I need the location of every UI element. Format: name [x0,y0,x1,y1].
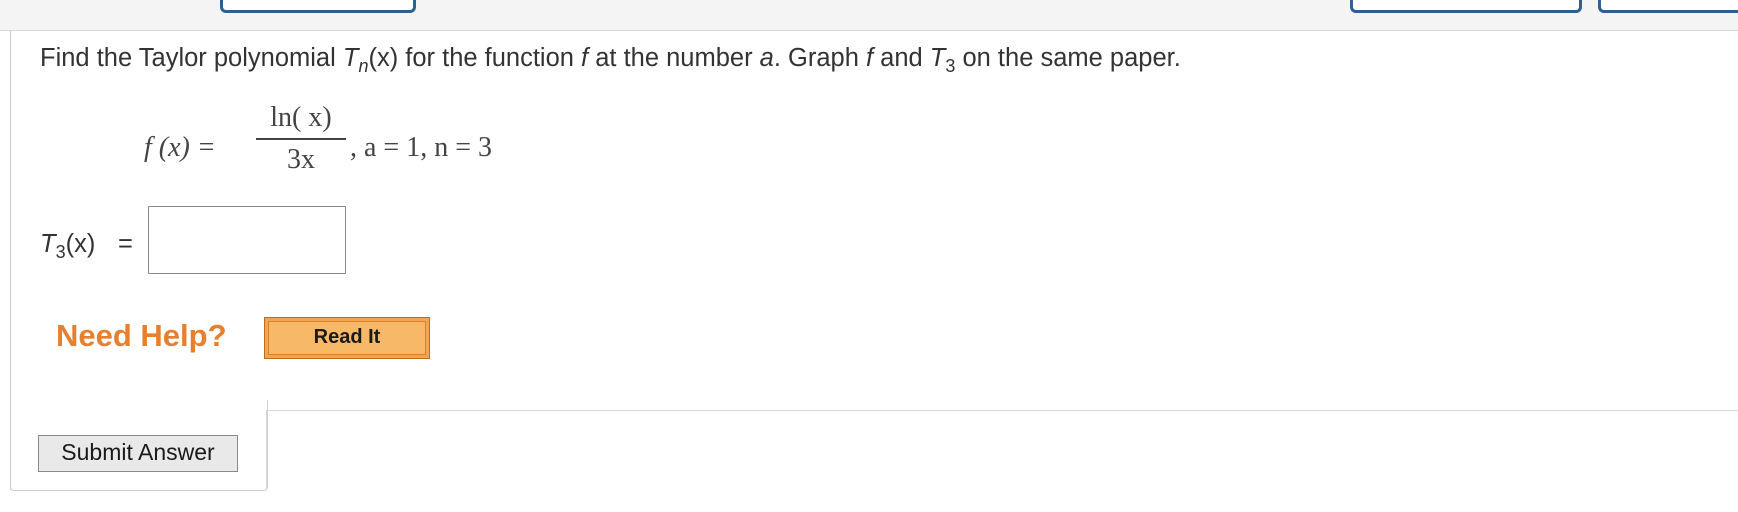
panel-divider [266,410,1738,411]
answer-label-subscript: 3 [55,242,66,262]
tn-argument: (x) [368,44,399,72]
need-help-label: Need Help? [56,318,227,353]
top-tab-right-1[interactable] [1350,0,1582,13]
function-parameters: , a = 1, n = 3 [350,132,493,163]
tn-symbol: T [342,44,359,72]
top-tab-right-2[interactable] [1598,0,1738,13]
function-symbol-2: f [865,44,874,72]
t3-subscript: 3 [945,56,956,76]
panel-divider-vertical [266,410,267,490]
top-toolbar [0,0,1738,31]
fraction-denominator: 3x [287,143,315,175]
answer-label: T3(x) [40,230,96,262]
question-suffix: on the same paper. [955,44,1181,72]
fraction-numerator: ln( x) [270,102,332,133]
question-prefix: Find the Taylor polynomial [40,44,343,72]
t3-symbol: T [929,44,946,72]
answer-equals: = [118,230,133,258]
function-fraction: ln( x) 3x [254,100,348,178]
point-symbol: a [759,44,774,72]
submit-answer-button[interactable]: Submit Answer [38,435,238,472]
read-it-button[interactable]: Read It [264,317,430,359]
top-tab-left[interactable] [220,0,416,13]
question-middle-4: and [873,44,930,72]
question-middle-3: . Graph [773,44,866,72]
answer-label-symbol: T [40,230,56,258]
answer-input[interactable] [148,206,346,274]
tn-subscript: n [358,56,369,76]
function-lhs: f (x) = [144,132,216,163]
answer-label-argument: (x) [65,230,96,258]
fraction-bar [256,138,346,140]
question-middle-1: for the function [398,44,582,72]
read-it-label: Read It [268,321,426,355]
question-text: Find the Taylor polynomial Tn(x) for the… [40,44,1181,76]
question-middle-2: at the number [588,44,760,72]
